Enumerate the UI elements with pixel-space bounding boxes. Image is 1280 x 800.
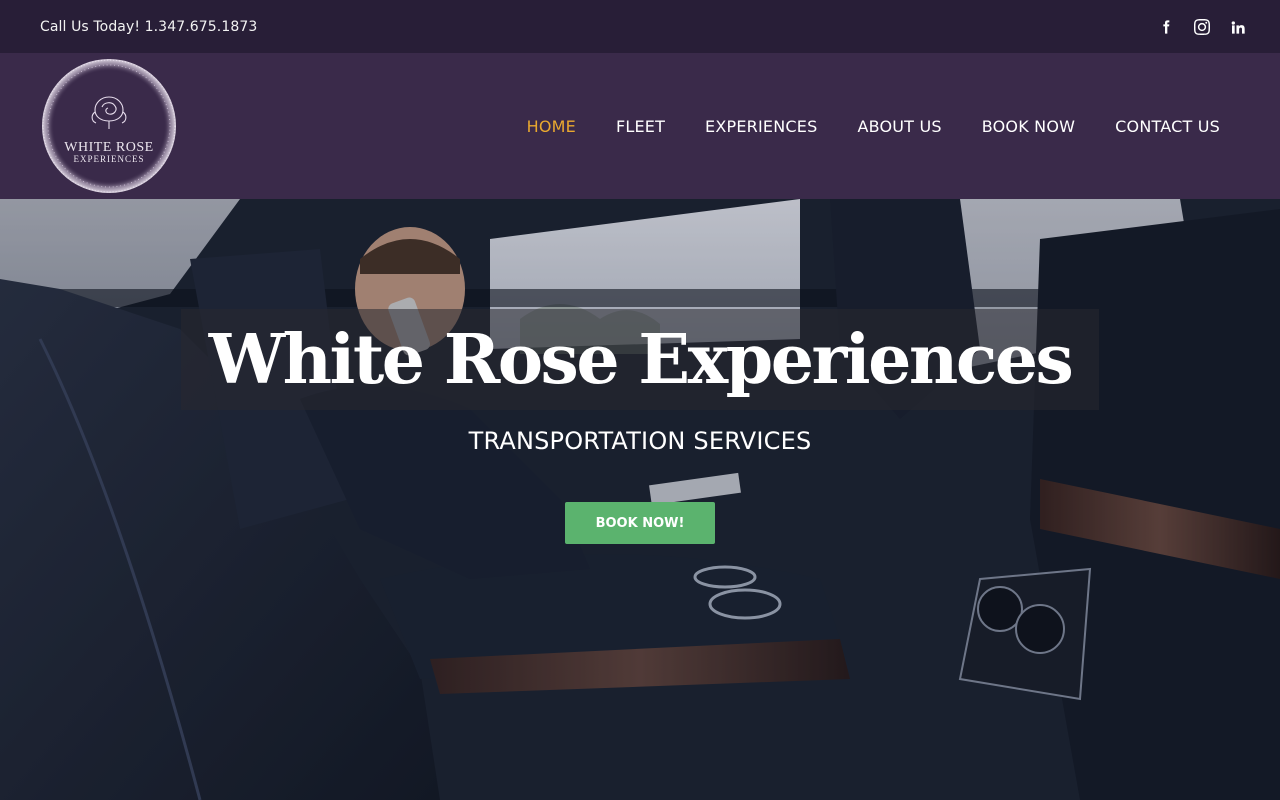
hero-subtitle: TRANSPORTATION SERVICES [468,427,812,455]
facebook-icon[interactable] [1156,17,1176,37]
book-now-button[interactable]: BOOK NOW! [565,502,715,544]
nav-about-us[interactable]: ABOUT US [857,117,941,136]
hero-title: White Rose Experiences [208,319,1074,400]
top-bar: Call Us Today! 1.347.675.1873 [0,0,1280,53]
nav-contact-us[interactable]: CONTACT US [1115,117,1220,136]
phone-number[interactable]: Call Us Today! 1.347.675.1873 [40,19,257,35]
nav-fleet[interactable]: FLEET [616,117,665,136]
instagram-icon[interactable] [1192,17,1212,37]
nav-home[interactable]: HOME [527,117,576,136]
main-header: WHITE ROSE EXPERIENCES HOME FLEET EXPERI… [0,53,1280,199]
logo-line2: EXPERIENCES [73,154,145,164]
linkedin-icon[interactable] [1228,17,1248,37]
logo-glitter-ring-icon [42,59,176,193]
hero-title-box: White Rose Experiences [181,309,1099,410]
nav-experiences[interactable]: EXPERIENCES [705,117,817,136]
hero-background-image [0,199,1280,800]
main-nav: HOME FLEET EXPERIENCES ABOUT US BOOK NOW… [527,117,1220,136]
brand-logo[interactable]: WHITE ROSE EXPERIENCES [40,57,178,195]
hero-section: White Rose Experiences TRANSPORTATION SE… [0,199,1280,800]
nav-book-now[interactable]: BOOK NOW [982,117,1075,136]
social-links [1156,17,1248,37]
